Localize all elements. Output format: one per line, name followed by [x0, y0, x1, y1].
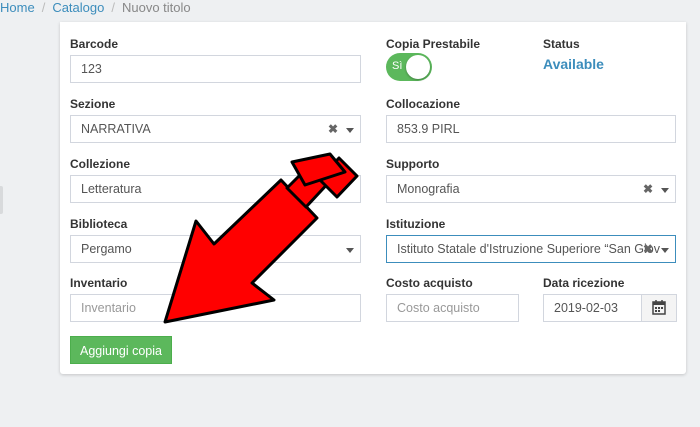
breadcrumb-home[interactable]: Home	[0, 0, 35, 15]
costo-acquisto-placeholder: Costo acquisto	[397, 301, 480, 315]
barcode-label: Barcode	[70, 37, 119, 51]
clear-icon[interactable]: ✖	[643, 176, 653, 202]
breadcrumb-separator: /	[41, 0, 46, 15]
istituzione-select[interactable]: Istituto Statale d'Istruzione Superiore …	[386, 235, 676, 263]
toggle-on-text: Sì	[392, 60, 403, 72]
data-ricezione-label: Data ricezione	[543, 276, 625, 290]
collocazione-label: Collocazione	[386, 97, 461, 111]
istituzione-label: Istituzione	[386, 217, 446, 231]
biblioteca-label: Biblioteca	[70, 217, 128, 231]
clear-icon[interactable]: ✖	[328, 116, 338, 142]
biblioteca-select[interactable]: Pergamo	[70, 235, 361, 263]
toggle-knob	[406, 55, 430, 79]
barcode-value: 123	[81, 62, 102, 76]
istituzione-value: Istituto Statale d'Istruzione Superiore …	[397, 242, 660, 256]
chevron-down-icon	[661, 188, 669, 193]
calendar-icon	[652, 300, 666, 315]
breadcrumb-separator: /	[111, 0, 115, 15]
breadcrumb-current: Nuovo titolo	[121, 0, 191, 15]
sezione-value: NARRATIVA	[81, 122, 151, 136]
add-copy-button[interactable]: Aggiungi copia	[70, 336, 172, 364]
inventario-placeholder: Inventario	[81, 301, 136, 315]
biblioteca-value: Pergamo	[81, 242, 132, 256]
collezione-value: Letteratura	[81, 182, 142, 196]
collezione-label: Collezione	[70, 157, 131, 171]
clear-icon[interactable]: ✖	[643, 236, 653, 262]
data-ricezione-value: 2019-02-03	[554, 301, 618, 315]
sezione-label: Sezione	[70, 97, 116, 111]
chevron-down-icon	[661, 248, 669, 253]
breadcrumb: Home / Catalogo / Nuovo titolo	[0, 0, 191, 15]
copia-prestabile-toggle[interactable]: Sì	[386, 53, 432, 81]
supporto-label: Supporto	[386, 157, 440, 171]
chevron-down-icon	[346, 248, 354, 253]
breadcrumb-catalog[interactable]: Catalogo	[52, 0, 104, 15]
costo-acquisto-input[interactable]: Costo acquisto	[386, 294, 519, 322]
calendar-button[interactable]	[641, 294, 677, 322]
copia-prestabile-label: Copia Prestabile	[386, 37, 481, 51]
barcode-input[interactable]: 123	[70, 55, 361, 83]
supporto-value: Monografia	[397, 182, 460, 196]
collocazione-input[interactable]: 853.9 PIRL	[386, 115, 676, 143]
copy-form-panel: Barcode 123 Copia Prestabile Sì Status A…	[60, 22, 686, 374]
costo-acquisto-label: Costo acquisto	[386, 276, 473, 290]
sezione-select[interactable]: NARRATIVA ✖	[70, 115, 361, 143]
status-label: Status	[543, 37, 580, 51]
supporto-select[interactable]: Monografia ✖	[386, 175, 676, 203]
sidebar-edge-handle[interactable]	[0, 186, 3, 214]
inventario-label: Inventario	[70, 276, 128, 290]
inventario-input[interactable]: Inventario	[70, 294, 361, 322]
collocazione-value: 853.9 PIRL	[397, 122, 460, 136]
status-value: Available	[543, 56, 604, 72]
data-ricezione-input[interactable]: 2019-02-03	[543, 294, 642, 322]
chevron-down-icon	[346, 128, 354, 133]
collezione-input[interactable]: Letteratura	[70, 175, 361, 203]
